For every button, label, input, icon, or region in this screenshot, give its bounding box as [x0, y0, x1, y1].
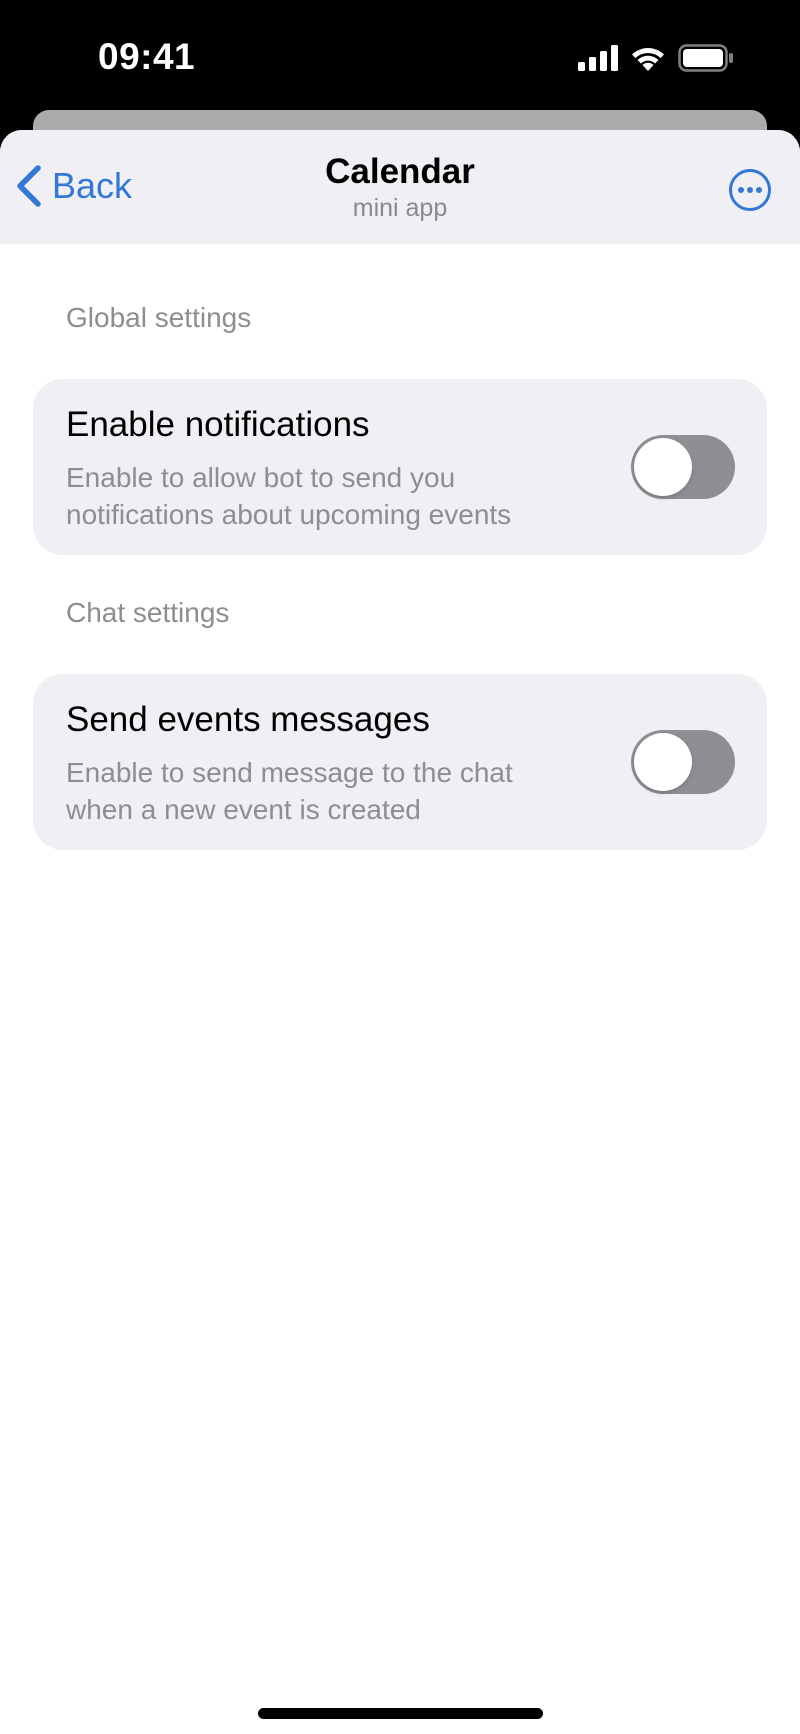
cellular-signal-icon	[578, 45, 618, 71]
settings-card-notifications: Enable notifications Enable to allow bot…	[33, 379, 767, 555]
battery-icon	[678, 44, 733, 72]
setting-title: Enable notifications	[66, 405, 370, 444]
setting-description: Enable to allow bot to send you notifica…	[66, 462, 512, 530]
back-label: Back	[52, 165, 133, 206]
more-button[interactable]	[728, 168, 772, 212]
enable-notifications-toggle[interactable]	[631, 435, 735, 499]
more-icon	[729, 169, 771, 211]
status-bar: 09:41	[0, 0, 800, 110]
back-button[interactable]: Back	[14, 164, 132, 208]
chevron-left-icon	[17, 165, 41, 207]
page-subtitle: mini app	[352, 194, 448, 222]
send-events-messages-toggle[interactable]	[631, 730, 735, 794]
title-block: Calendar mini app	[200, 152, 600, 224]
toggle-knob	[634, 733, 692, 791]
home-indicator	[258, 1708, 543, 1719]
setting-title: Send events messages	[66, 700, 430, 739]
status-icons	[578, 44, 734, 72]
wifi-icon	[632, 48, 664, 71]
status-time: 09:41	[98, 36, 196, 77]
mini-app-sheet: Back Calendar mini app Global settings E…	[0, 130, 800, 1734]
setting-description: Enable to send message to the chat when …	[66, 757, 513, 825]
nav-header: Back Calendar mini app	[0, 130, 800, 244]
section-title-chat: Chat settings	[66, 597, 230, 628]
section-title-global: Global settings	[66, 302, 252, 333]
settings-card-events: Send events messages Enable to send mess…	[33, 674, 767, 850]
toggle-knob	[634, 438, 692, 496]
page-title: Calendar	[325, 152, 475, 191]
